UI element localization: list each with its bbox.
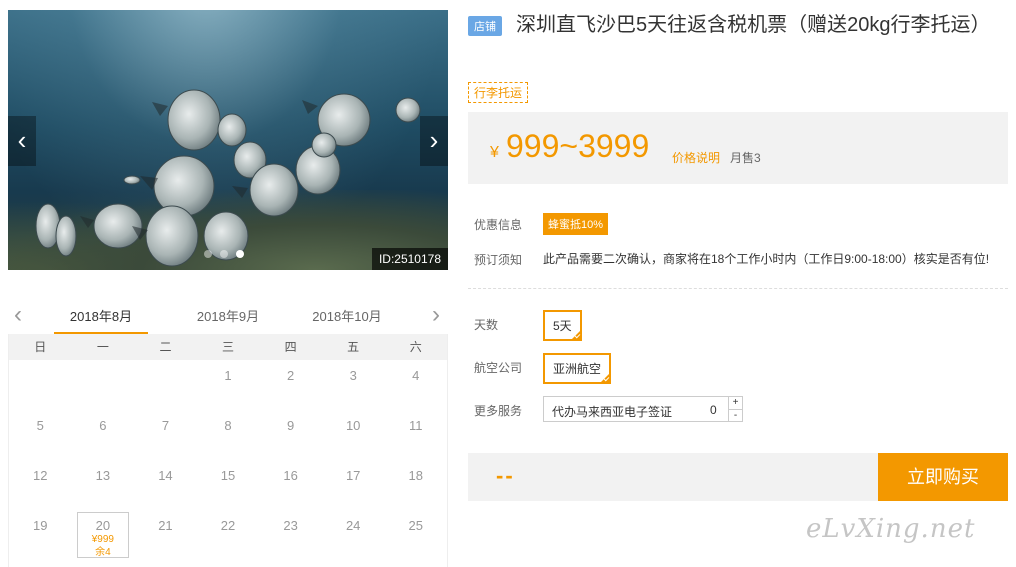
service-label: 更多服务 xyxy=(474,404,523,418)
buy-now-button[interactable]: 立即购买 xyxy=(878,453,1008,501)
service-quantity[interactable]: 0 xyxy=(710,403,717,417)
airline-option-selected[interactable]: 亚洲航空 xyxy=(543,353,612,384)
calendar-day xyxy=(134,360,197,410)
luggage-tag: 行李托运 xyxy=(468,82,529,103)
notice-label: 预订须知 xyxy=(474,253,523,267)
calendar-prev-month-button[interactable]: ‹ xyxy=(14,302,22,328)
shop-badge: 店铺 xyxy=(468,16,502,36)
calendar-day-available[interactable]: 20 ¥999 余4 xyxy=(72,510,135,560)
days-label: 天数 xyxy=(474,318,499,332)
calendar-day: 11 xyxy=(409,418,423,433)
discount-label: 优惠信息 xyxy=(474,218,523,232)
decrement-button[interactable]: - xyxy=(729,409,742,421)
gallery-dot[interactable] xyxy=(204,250,212,258)
check-icon xyxy=(569,329,582,341)
calendar-day: 23 xyxy=(283,518,298,533)
calendar-day: 12 xyxy=(33,468,48,483)
calendar-week: 19 20 ¥999 余4 21 22 23 24 25 xyxy=(9,510,447,560)
weekday-label: 三 xyxy=(222,340,235,354)
calendar-day: 18 xyxy=(408,468,423,483)
calendar-week: 12 13 14 15 16 17 18 xyxy=(9,460,447,510)
day-number: 20 xyxy=(95,518,111,533)
product-image-gallery: ‹ › ID:2510178 xyxy=(8,10,448,270)
service-name: 代办马来西亚电子签证 xyxy=(552,405,673,419)
calendar-week: 1 2 3 4 xyxy=(9,360,447,410)
month-tab-september[interactable]: 2018年9月 xyxy=(181,306,275,334)
price-explain-link[interactable]: 价格说明 xyxy=(672,149,720,166)
calendar-day: 8 xyxy=(224,418,232,433)
calendar-day: 7 xyxy=(161,418,170,433)
purchase-bar: -- 立即购买 xyxy=(468,453,1008,501)
calendar-day: 24 xyxy=(345,518,361,533)
month-tab-october[interactable]: 2018年10月 xyxy=(300,306,394,334)
calendar-day xyxy=(9,360,72,410)
discount-badge: 蜂蜜抵10% xyxy=(543,213,609,235)
weekday-label: 五 xyxy=(347,340,360,354)
extra-service-row: 代办马来西亚电子签证 0 + - xyxy=(543,396,743,422)
gallery-prev-button[interactable]: ‹ xyxy=(8,116,36,166)
site-watermark: eLvXing.net xyxy=(806,514,976,544)
calendar-grid: 日 一 二 三 四 五 六 1 2 3 4 5 6 7 8 9 10 11 12… xyxy=(8,334,448,567)
calendar-day: 25 xyxy=(408,518,423,533)
calendar-day: 15 xyxy=(220,468,236,483)
calendar-day: 1 xyxy=(224,368,232,383)
gallery-next-button[interactable]: › xyxy=(420,116,448,166)
price-panel: ¥ 999~3999 价格说明 月售3 xyxy=(468,112,1008,184)
calendar-day: 3 xyxy=(349,368,357,383)
month-tab-august[interactable]: 2018年8月 xyxy=(54,306,148,334)
gallery-dot-active[interactable] xyxy=(236,250,244,258)
calendar-day: 4 xyxy=(412,368,420,383)
gallery-dot[interactable] xyxy=(220,250,228,258)
calendar-day: 6 xyxy=(99,418,107,433)
calendar-month-nav: ‹ 2018年8月 2018年9月 2018年10月 › xyxy=(8,300,448,334)
section-divider xyxy=(468,288,1008,289)
calendar-day xyxy=(72,360,135,410)
total-price: -- xyxy=(496,463,515,488)
chevron-right-icon: › xyxy=(429,125,439,155)
calendar-day: 5 xyxy=(36,418,44,433)
weekday-label: 六 xyxy=(409,340,422,354)
day-stock: 余4 xyxy=(95,547,111,558)
calendar-day: 13 xyxy=(95,468,111,483)
check-icon xyxy=(599,372,612,384)
calendar-next-month-button[interactable]: › xyxy=(432,302,440,328)
weekday-header: 日 一 二 三 四 五 六 xyxy=(9,334,447,360)
day-price: ¥999 xyxy=(91,534,114,545)
calendar-day: 22 xyxy=(220,518,236,533)
airline-label: 航空公司 xyxy=(474,361,523,375)
fish-school-photo xyxy=(35,89,421,267)
calendar-day: 10 xyxy=(345,418,361,433)
increment-button[interactable]: + xyxy=(729,397,742,409)
quantity-stepper: + - xyxy=(728,397,742,421)
weekday-label: 一 xyxy=(96,340,109,354)
chevron-left-icon: ‹ xyxy=(17,125,27,155)
calendar-day: 9 xyxy=(286,418,295,433)
calendar-day: 2 xyxy=(286,368,295,383)
booking-notice: 此产品需要二次确认，商家将在18个工作小时内（工作日9:00-18:00）核实是… xyxy=(543,252,990,266)
calendar-day: 14 xyxy=(158,468,173,483)
days-option-selected[interactable]: 5天 xyxy=(543,310,582,341)
monthly-sales: 月售3 xyxy=(730,151,761,165)
gallery-dots xyxy=(204,250,244,258)
weekday-label: 日 xyxy=(34,340,47,354)
product-title: 深圳直飞沙巴5天往返含税机票（赠送20kg行李托运） xyxy=(516,14,991,36)
price-range: 999~3999 xyxy=(506,128,650,164)
calendar-day: 16 xyxy=(283,468,298,483)
price-currency: ¥ xyxy=(490,144,499,161)
calendar-day: 19 xyxy=(33,518,48,533)
image-id-label: ID:2510178 xyxy=(371,248,448,270)
weekday-label: 二 xyxy=(159,340,172,354)
calendar-day: 21 xyxy=(158,518,173,533)
calendar-day: 17 xyxy=(345,468,361,483)
weekday-label: 四 xyxy=(284,340,297,354)
calendar-week: 5 6 7 8 9 10 11 xyxy=(9,410,447,460)
airline-option-label: 亚洲航空 xyxy=(553,362,602,376)
